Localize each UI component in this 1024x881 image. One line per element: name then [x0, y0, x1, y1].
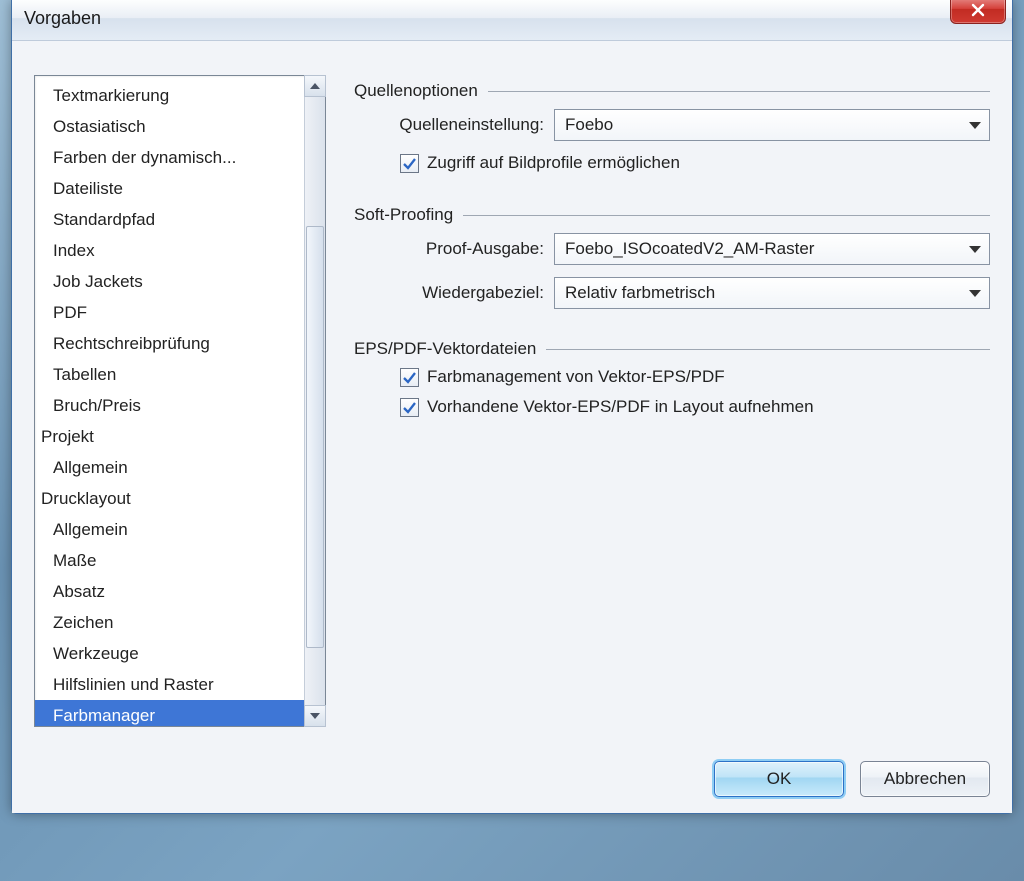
sidebar-item[interactable]: Index: [35, 235, 304, 266]
source-setting-select[interactable]: Foebo: [554, 109, 990, 141]
check-icon: [403, 371, 416, 384]
sidebar-item[interactable]: Absatz: [35, 576, 304, 607]
sidebar-item[interactable]: Hilfslinien und Raster: [35, 669, 304, 700]
sidebar-item[interactable]: Maße: [35, 545, 304, 576]
proof-output-select[interactable]: Foebo_ISOcoatedV2_AM-Raster: [554, 233, 990, 265]
sidebar-item[interactable]: Zeichen: [35, 607, 304, 638]
chevron-down-icon: [310, 713, 320, 719]
row-source-setting: Quelleneinstellung: Foebo: [354, 109, 990, 141]
close-button[interactable]: [950, 0, 1006, 24]
sidebar-item[interactable]: Farbmanager: [35, 700, 304, 726]
sidebar-item[interactable]: Tabellen: [35, 359, 304, 390]
scroll-track[interactable]: [305, 96, 325, 706]
row-proof-output: Proof-Ausgabe: Foebo_ISOcoatedV2_AM-Rast…: [354, 233, 990, 265]
rendering-intent-label: Wiedergabeziel:: [354, 283, 554, 303]
category-list[interactable]: TextmarkierungOstasiatischFarben der dyn…: [34, 75, 326, 727]
check-icon: [403, 157, 416, 170]
cancel-button-label: Abbrechen: [884, 769, 966, 789]
sidebar-item[interactable]: Ostasiatisch: [35, 111, 304, 142]
chevron-down-icon: [969, 246, 981, 253]
sidebar-item[interactable]: Allgemein: [35, 452, 304, 483]
sidebar-item[interactable]: Drucklayout: [35, 483, 304, 514]
access-profiles-label: Zugriff auf Bildprofile ermöglichen: [427, 153, 680, 173]
row-vector-include[interactable]: Vorhandene Vektor-EPS/PDF in Layout aufn…: [400, 397, 990, 417]
scrollbar-vertical[interactable]: [304, 76, 325, 726]
section-proof-title: Soft-Proofing: [354, 205, 453, 225]
sidebar-item[interactable]: Rechtschreibprüfung: [35, 328, 304, 359]
section-vector-title: EPS/PDF-Vektordateien: [354, 339, 536, 359]
scroll-thumb[interactable]: [306, 226, 324, 648]
scroll-down-button[interactable]: [304, 705, 326, 727]
sidebar-item[interactable]: Farben der dynamisch...: [35, 142, 304, 173]
chevron-down-icon: [969, 122, 981, 129]
settings-panel: Quellenoptionen Quelleneinstellung: Foeb…: [354, 75, 990, 727]
sidebar-item[interactable]: Allgemein: [35, 514, 304, 545]
proof-output-value: Foebo_ISOcoatedV2_AM-Raster: [565, 239, 814, 259]
ok-button[interactable]: OK: [714, 761, 844, 797]
sidebar-item[interactable]: Werkzeuge: [35, 638, 304, 669]
sidebar-item[interactable]: PDF: [35, 297, 304, 328]
sidebar-item[interactable]: Standardpfad: [35, 204, 304, 235]
close-icon: [971, 3, 985, 17]
row-rendering-intent: Wiedergabeziel: Relativ farbmetrisch: [354, 277, 990, 309]
sidebar-item[interactable]: Bruch/Preis: [35, 390, 304, 421]
section-vector-header: EPS/PDF-Vektordateien: [354, 339, 990, 359]
window-title: Vorgaben: [24, 8, 101, 29]
source-setting-value: Foebo: [565, 115, 613, 135]
section-proof-header: Soft-Proofing: [354, 205, 990, 225]
sidebar-item[interactable]: Textmarkierung: [35, 80, 304, 111]
check-icon: [403, 401, 416, 414]
rendering-intent-select[interactable]: Relativ farbmetrisch: [554, 277, 990, 309]
sidebar-item[interactable]: Projekt: [35, 421, 304, 452]
titlebar: Vorgaben: [12, 0, 1012, 41]
vector-include-label: Vorhandene Vektor-EPS/PDF in Layout aufn…: [427, 397, 814, 417]
checkbox-access-profiles[interactable]: [400, 154, 419, 173]
chevron-up-icon: [310, 83, 320, 89]
section-source-title: Quellenoptionen: [354, 81, 478, 101]
ok-button-label: OK: [767, 769, 792, 789]
row-vector-manage[interactable]: Farbmanagement von Vektor-EPS/PDF: [400, 367, 990, 387]
scroll-up-button[interactable]: [304, 75, 326, 97]
rendering-intent-value: Relativ farbmetrisch: [565, 283, 715, 303]
checkbox-vector-manage[interactable]: [400, 368, 419, 387]
row-access-profiles[interactable]: Zugriff auf Bildprofile ermöglichen: [400, 153, 990, 173]
dialog-client: TextmarkierungOstasiatischFarben der dyn…: [12, 41, 1012, 813]
section-source-header: Quellenoptionen: [354, 81, 990, 101]
sidebar-item[interactable]: Job Jackets: [35, 266, 304, 297]
sidebar-item[interactable]: Dateiliste: [35, 173, 304, 204]
dialog-buttons: OK Abbrechen: [34, 761, 990, 797]
source-setting-label: Quelleneinstellung:: [354, 115, 554, 135]
chevron-down-icon: [969, 290, 981, 297]
cancel-button[interactable]: Abbrechen: [860, 761, 990, 797]
checkbox-vector-include[interactable]: [400, 398, 419, 417]
proof-output-label: Proof-Ausgabe:: [354, 239, 554, 259]
vector-manage-label: Farbmanagement von Vektor-EPS/PDF: [427, 367, 725, 387]
preferences-dialog: Vorgaben TextmarkierungOstasiatischFarbe…: [11, 0, 1013, 814]
